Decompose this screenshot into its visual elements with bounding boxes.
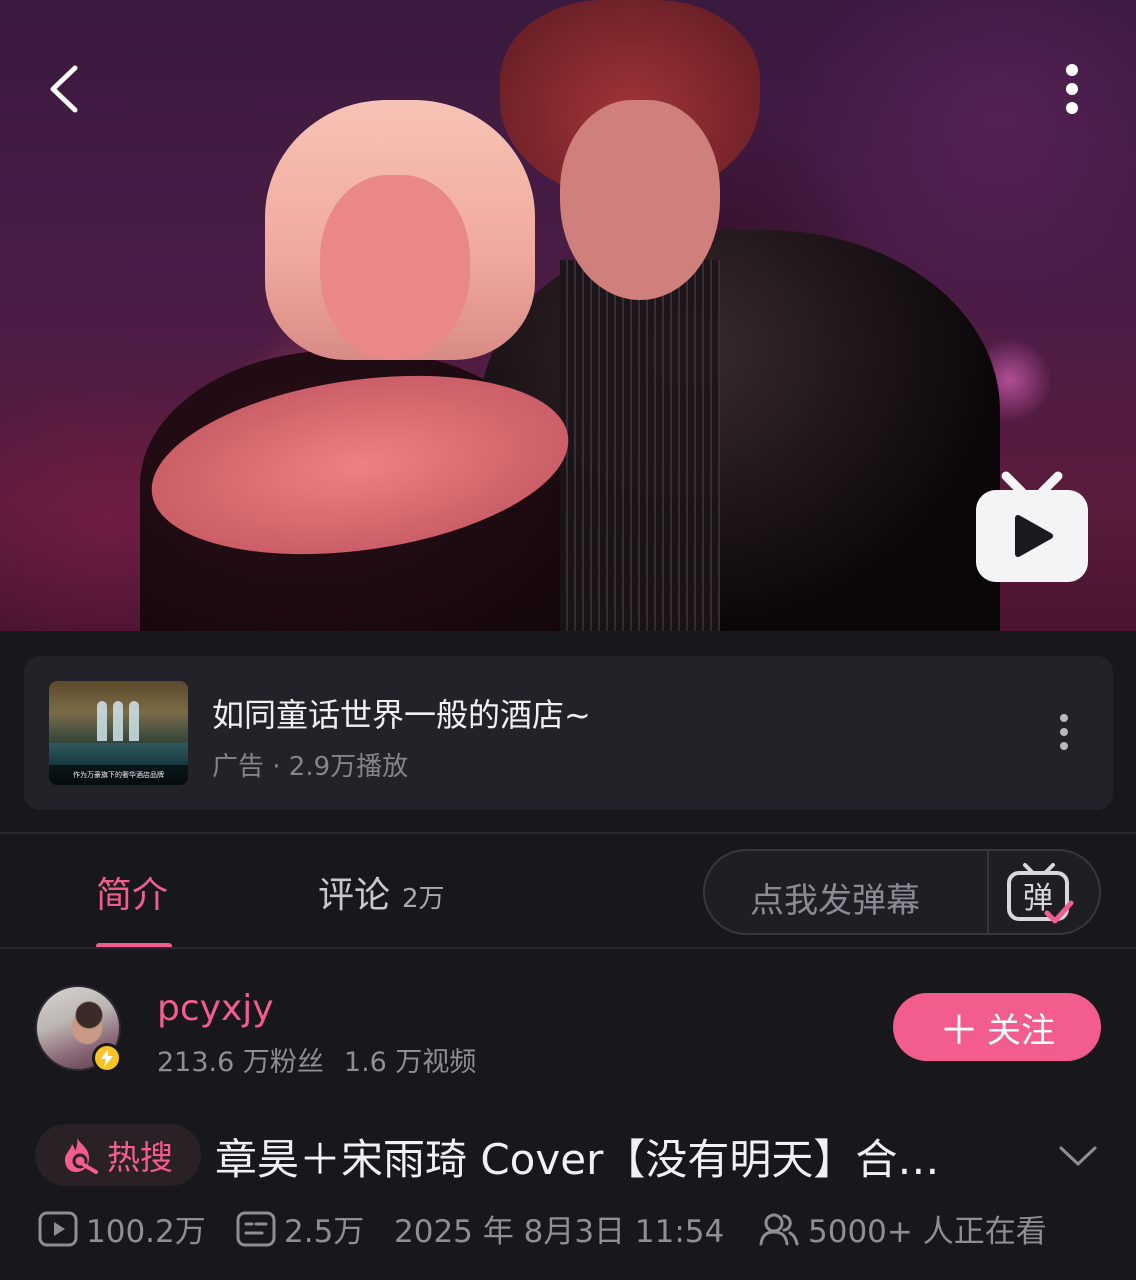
bilibili-play-button[interactable] — [972, 470, 1092, 585]
comments-count: 2万 — [402, 884, 445, 914]
ad-more-button[interactable] — [1048, 708, 1080, 756]
danmaku-input[interactable]: 点我发弹幕 弹 — [703, 849, 1101, 935]
watching-now-value: 5000+ 人正在看 — [808, 1214, 1047, 1250]
uploader-fans: 213.6 万粉丝 — [157, 1047, 324, 1078]
uploader-stats: 213.6 万粉丝 1.6 万视频 — [157, 1040, 476, 1079]
uploader-name[interactable]: pcyxjy — [157, 988, 274, 1029]
danmaku-count-icon — [236, 1211, 276, 1246]
plus-icon: ＋ — [939, 1008, 979, 1054]
tab-comments-label: 评论 — [318, 875, 391, 916]
danmaku-placeholder: 点我发弹幕 — [750, 881, 920, 921]
back-button[interactable] — [38, 58, 90, 120]
danmaku-icon-char: 弹 — [1023, 881, 1053, 916]
ad-card[interactable]: 作为万豪旗下的奢华酒店品牌 如同童话世界一般的酒店~ 广告 · 2.9万播放 — [24, 656, 1113, 810]
more-options-button[interactable] — [1050, 58, 1094, 120]
tab-intro[interactable]: 简介 — [96, 866, 168, 918]
follow-button[interactable]: ＋ 关注 — [893, 993, 1101, 1061]
performer-face — [320, 175, 470, 360]
tab-intro-label: 简介 — [96, 875, 169, 916]
more-vertical-icon — [1060, 714, 1068, 750]
danmaku-divider — [987, 851, 989, 933]
tab-comments[interactable]: 评论 2万 — [318, 866, 445, 918]
performer-shirt — [560, 260, 720, 631]
video-player[interactable] — [0, 0, 1136, 631]
more-vertical-icon — [1066, 64, 1078, 114]
follow-label: 关注 — [987, 1010, 1055, 1051]
video-detail-screen: 作为万豪旗下的奢华酒店品牌 如同童话世界一般的酒店~ 广告 · 2.9万播放 简… — [0, 0, 1136, 1280]
play-count: 100.2万 — [38, 1206, 206, 1251]
publish-date: 2025 年 8月3日 11:54 — [394, 1206, 724, 1251]
danmaku-toggle-button[interactable]: 弹 — [1005, 861, 1075, 927]
watching-now: 5000+ 人正在看 — [758, 1206, 1047, 1251]
play-count-value: 100.2万 — [86, 1214, 206, 1250]
hot-search-badge[interactable]: 热搜 — [35, 1124, 201, 1186]
expand-description-button[interactable] — [1056, 1136, 1100, 1176]
publish-date-value: 2025 年 8月3日 11:54 — [394, 1214, 725, 1250]
ad-title: 如同童话世界一般的酒店~ — [212, 696, 591, 734]
performer-face — [560, 100, 720, 300]
danmaku-count: 2.5万 — [236, 1206, 364, 1251]
ad-meta: 广告 · 2.9万播放 — [212, 752, 409, 782]
divider — [0, 832, 1136, 834]
people-icon — [759, 1213, 799, 1245]
lightning-icon — [101, 1049, 113, 1067]
chevron-down-icon — [1059, 1146, 1097, 1166]
ad-thumbnail-caption: 作为万豪旗下的奢华酒店品牌 — [49, 765, 188, 785]
play-count-icon — [38, 1211, 78, 1246]
chevron-left-icon — [50, 65, 78, 113]
hot-search-label: 热搜 — [107, 1138, 173, 1177]
danmaku-icon: 弹 — [1007, 863, 1074, 924]
flame-search-icon — [65, 1138, 98, 1174]
uploader-videos: 1.6 万视频 — [343, 1047, 477, 1078]
video-title: 章昊＋宋雨琦 Cover【没有明天】合… — [215, 1135, 940, 1184]
verified-badge — [92, 1043, 122, 1073]
bilibili-tv-icon — [976, 471, 1088, 582]
danmaku-count-value: 2.5万 — [284, 1214, 365, 1250]
divider — [0, 947, 1136, 949]
ad-thumbnail: 作为万豪旗下的奢华酒店品牌 — [49, 681, 188, 785]
